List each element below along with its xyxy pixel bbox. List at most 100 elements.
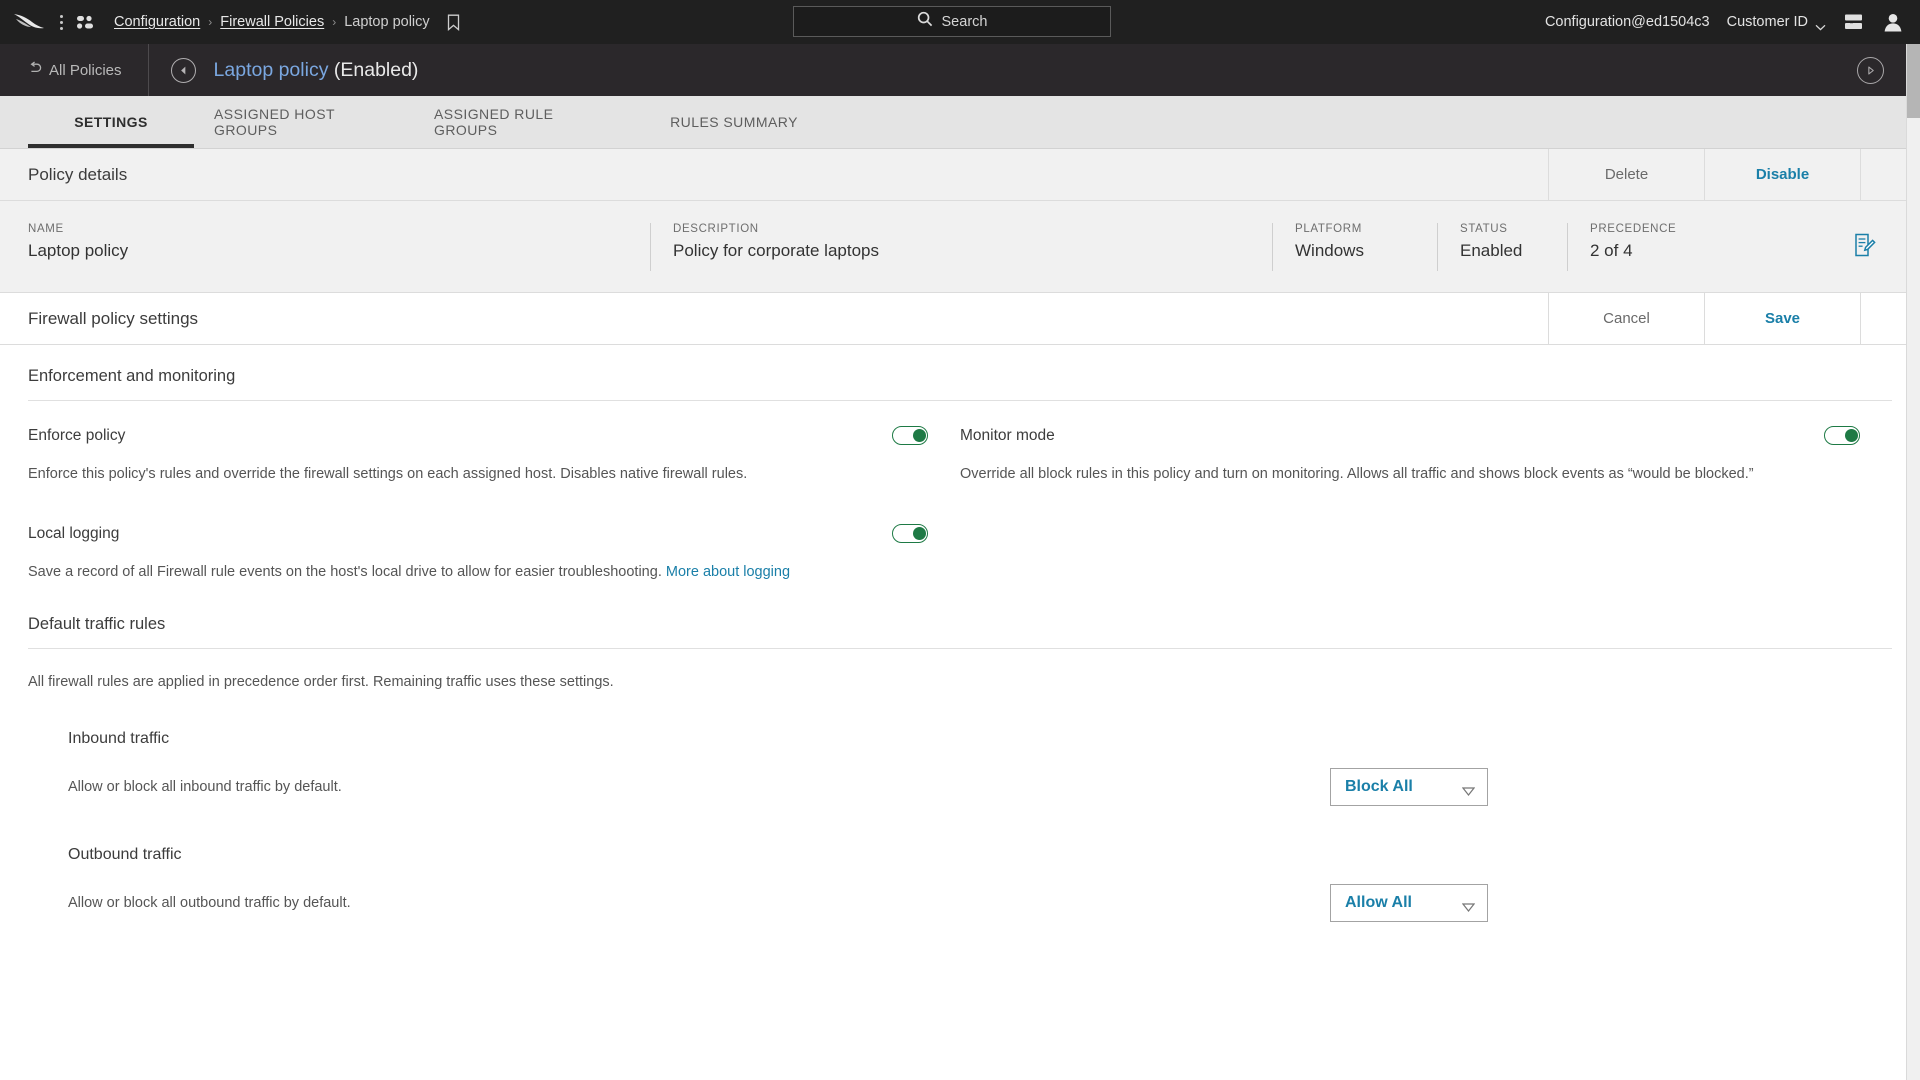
policy-tabs: SETTINGS ASSIGNED HOST GROUPS ASSIGNED R… <box>0 96 1920 149</box>
cancel-button[interactable]: Cancel <box>1548 293 1704 344</box>
local-logging-label: Local logging <box>28 525 119 543</box>
enforce-policy-column: Enforce policy Enforce this policy's rul… <box>28 401 960 486</box>
top-right-controls: Configuration@ed1504c3 Customer ID <box>1545 12 1904 33</box>
tab-assigned-host-groups[interactable]: ASSIGNED HOST GROUPS <box>194 96 414 148</box>
detail-value-description: Policy for corporate laptops <box>673 241 1272 261</box>
detail-value-name: Laptop policy <box>28 241 650 261</box>
detail-field-status: STATUS Enabled <box>1437 223 1567 271</box>
local-logging-toggle[interactable] <box>892 524 928 543</box>
outbound-traffic-selected-value: Allow All <box>1345 894 1412 912</box>
enforcement-two-column: Enforce policy Enforce this policy's rul… <box>28 401 1892 486</box>
undo-arrow-icon <box>28 61 42 79</box>
previous-circle-icon[interactable] <box>171 58 196 83</box>
tab-settings[interactable]: SETTINGS <box>28 96 194 148</box>
local-logging-description-wrapper: Save a record of all Firewall rule event… <box>28 561 888 584</box>
tab-assigned-host-groups-label: ASSIGNED HOST GROUPS <box>214 106 394 138</box>
local-logging-empty-column <box>960 486 1892 584</box>
monitor-mode-column: Monitor mode Override all block rules in… <box>960 401 1892 486</box>
disable-button-label: Disable <box>1756 166 1809 183</box>
toggle-knob <box>1845 429 1858 442</box>
policy-subheader: All Policies Laptop policy (Enabled) <box>0 44 1920 96</box>
account-label: Configuration@ed1504c3 <box>1545 14 1710 30</box>
tab-rules-summary-label: RULES SUMMARY <box>670 114 798 130</box>
monitor-mode-description: Override all block rules in this policy … <box>960 463 1840 486</box>
more-about-logging-link[interactable]: More about logging <box>666 564 790 580</box>
detail-field-name: NAME Laptop policy <box>0 223 650 271</box>
inbound-traffic-block: Inbound traffic Allow or block all inbou… <box>28 694 1892 806</box>
all-policies-label: All Policies <box>49 62 122 79</box>
default-traffic-section-title: Default traffic rules <box>28 585 1892 649</box>
save-button[interactable]: Save <box>1704 293 1860 344</box>
delete-button-label: Delete <box>1605 166 1648 183</box>
delete-button[interactable]: Delete <box>1548 149 1704 200</box>
inbound-traffic-select[interactable]: Block All <box>1330 768 1488 806</box>
tab-settings-label: SETTINGS <box>74 114 148 130</box>
detail-label-platform: PLATFORM <box>1295 223 1437 235</box>
kebab-menu-icon[interactable] <box>52 11 70 33</box>
toggle-knob <box>913 429 926 442</box>
local-logging-column: Local logging Save a record of all Firew… <box>28 486 960 584</box>
toggle-knob <box>913 527 926 540</box>
breadcrumb-firewall-policies[interactable]: Firewall Policies <box>220 14 324 30</box>
search-input[interactable]: Search <box>793 6 1111 37</box>
detail-label-precedence: PRECEDENCE <box>1590 223 1747 235</box>
chevron-down-icon <box>1815 19 1826 26</box>
outbound-traffic-select[interactable]: Allow All <box>1330 884 1488 922</box>
local-logging-row: Local logging <box>28 486 928 543</box>
outbound-traffic-row: Allow or block all outbound traffic by d… <box>68 884 1892 922</box>
search-icon <box>917 11 933 32</box>
detail-field-description: DESCRIPTION Policy for corporate laptops <box>650 223 1272 271</box>
policy-details-header: Policy details Delete Disable <box>0 149 1920 201</box>
inbound-traffic-description: Allow or block all inbound traffic by de… <box>68 779 342 795</box>
detail-field-platform: PLATFORM Windows <box>1272 223 1437 271</box>
firewall-policy-settings-header: Firewall policy settings Cancel Save <box>0 293 1920 345</box>
detail-label-name: NAME <box>28 223 650 235</box>
outbound-traffic-description: Allow or block all outbound traffic by d… <box>68 895 351 911</box>
edit-document-icon[interactable] <box>1854 233 1876 262</box>
enforcement-section-title: Enforcement and monitoring <box>28 345 1892 401</box>
falcon-logo <box>12 11 46 33</box>
settings-content: Enforcement and monitoring Enforce polic… <box>0 345 1920 922</box>
customer-id-dropdown[interactable]: Customer ID <box>1727 14 1826 30</box>
support-chat-icon[interactable] <box>1843 12 1865 32</box>
detail-value-status: Enabled <box>1460 241 1567 261</box>
outbound-traffic-title: Outbound traffic <box>68 806 1892 864</box>
inbound-traffic-selected-value: Block All <box>1345 778 1413 796</box>
policy-details-strip: NAME Laptop policy DESCRIPTION Policy fo… <box>0 201 1920 293</box>
detail-value-precedence: 2 of 4 <box>1590 241 1747 261</box>
tab-rules-summary[interactable]: RULES SUMMARY <box>634 96 834 148</box>
top-navigation-bar: Configuration › Firewall Policies › Lapt… <box>0 0 1920 44</box>
policy-state-label: (Enabled) <box>334 59 419 81</box>
bookmark-icon[interactable] <box>447 14 460 31</box>
disable-button[interactable]: Disable <box>1704 149 1860 200</box>
enforce-policy-row: Enforce policy <box>28 401 928 445</box>
monitor-mode-toggle[interactable] <box>1824 426 1860 445</box>
detail-value-platform: Windows <box>1295 241 1437 261</box>
enforce-policy-toggle[interactable] <box>892 426 928 445</box>
tab-assigned-rule-groups[interactable]: ASSIGNED RULE GROUPS <box>414 96 634 148</box>
policy-details-heading: Policy details <box>0 149 1548 200</box>
local-logging-description: Save a record of all Firewall rule event… <box>28 564 666 580</box>
outbound-traffic-block: Outbound traffic Allow or block all outb… <box>28 806 1892 922</box>
detail-label-status: STATUS <box>1460 223 1567 235</box>
default-traffic-intro: All firewall rules are applied in preced… <box>28 671 908 694</box>
detail-label-description: DESCRIPTION <box>673 223 1272 235</box>
breadcrumb-separator-2: › <box>332 15 336 29</box>
app-grid-icon[interactable] <box>74 11 100 33</box>
tab-assigned-rule-groups-label: ASSIGNED RULE GROUPS <box>434 106 614 138</box>
chevron-down-icon <box>1462 899 1475 908</box>
enforce-policy-label: Enforce policy <box>28 427 125 445</box>
customer-id-label: Customer ID <box>1727 14 1808 30</box>
play-circle-icon[interactable] <box>1857 57 1884 84</box>
local-logging-two-column: Local logging Save a record of all Firew… <box>28 486 1892 584</box>
monitor-mode-label: Monitor mode <box>960 427 1055 445</box>
monitor-mode-row: Monitor mode <box>960 401 1860 445</box>
page-scrollbar[interactable] <box>1906 44 1920 1080</box>
breadcrumb-configuration[interactable]: Configuration <box>114 14 200 30</box>
scrollbar-thumb[interactable] <box>1907 44 1920 118</box>
all-policies-back-link[interactable]: All Policies <box>0 61 148 79</box>
cancel-button-label: Cancel <box>1603 310 1650 327</box>
user-avatar-icon[interactable] <box>1882 12 1904 33</box>
inbound-traffic-row: Allow or block all inbound traffic by de… <box>68 768 1892 806</box>
chevron-down-icon <box>1462 783 1475 792</box>
